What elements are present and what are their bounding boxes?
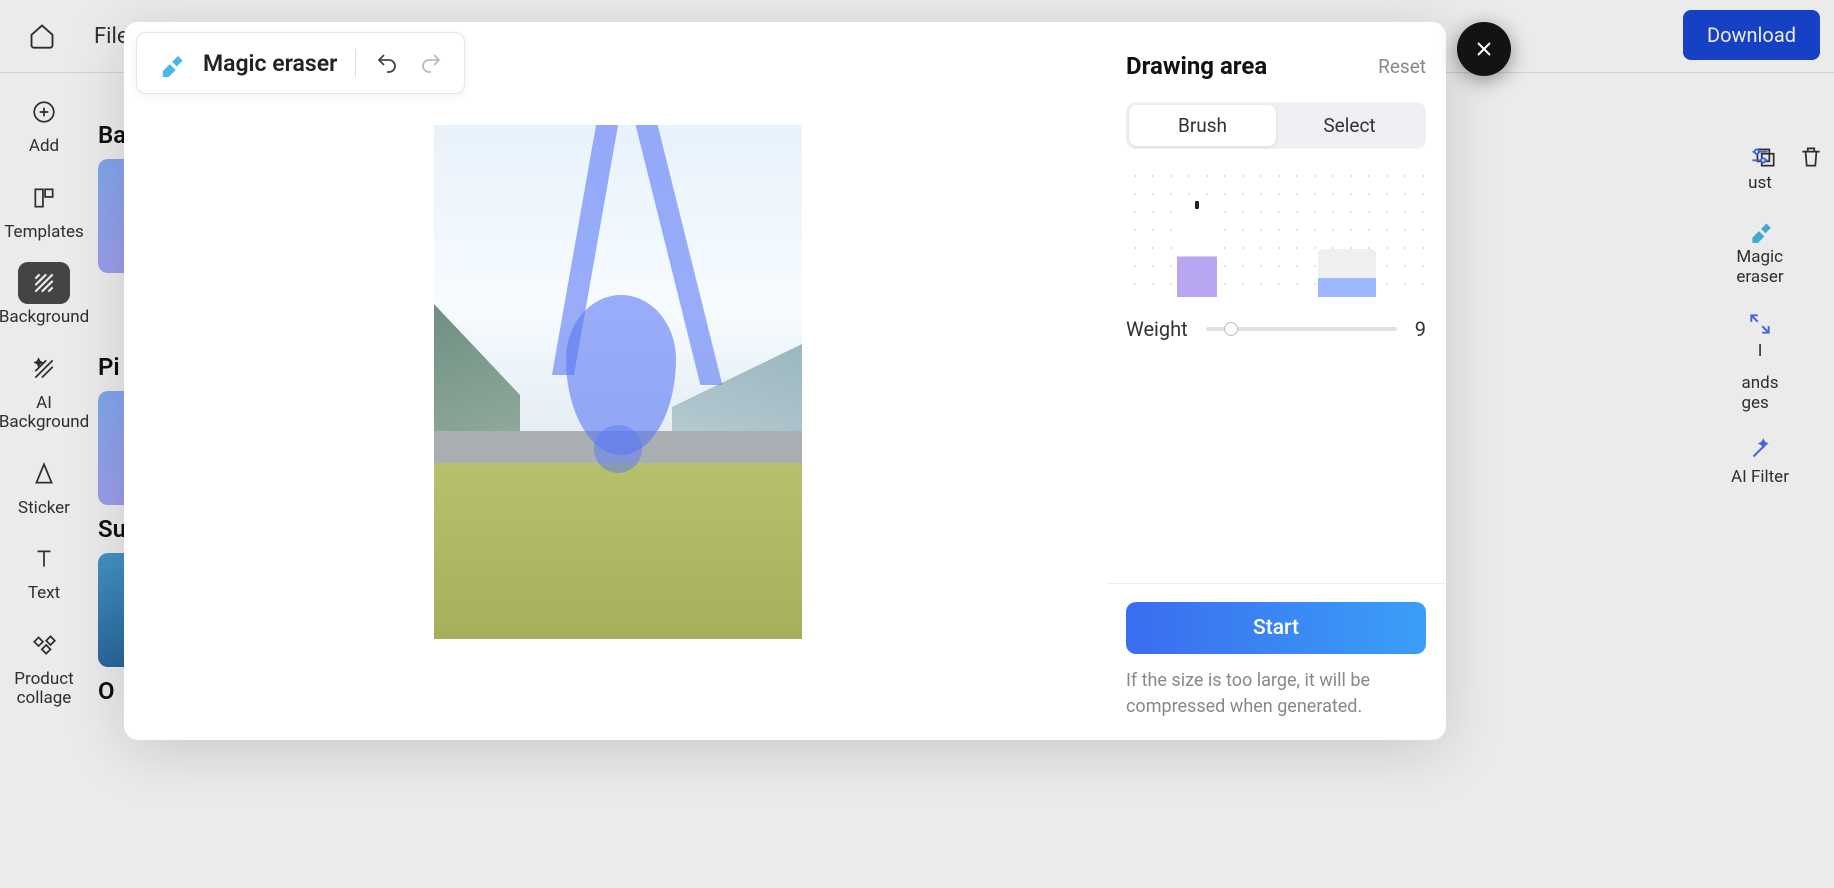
weight-value: 9: [1415, 317, 1426, 341]
tool-title: Magic eraser: [203, 50, 337, 77]
tool-chip: Magic eraser: [136, 32, 465, 94]
canvas-image[interactable]: [434, 125, 802, 639]
reset-link[interactable]: Reset: [1378, 55, 1426, 78]
modal-right-panel: Drawing area Reset Brush Select Weight 9…: [1106, 22, 1446, 740]
mountain-shape: [672, 344, 802, 434]
hint-text: If the size is too large, it will be com…: [1126, 668, 1426, 720]
mountain-shape: [434, 304, 520, 434]
magic-eraser-icon: [157, 49, 185, 77]
close-icon: [1472, 37, 1496, 61]
tab-brush[interactable]: Brush: [1129, 105, 1276, 146]
panel-title: Drawing area: [1126, 52, 1267, 80]
brush-tool[interactable]: [1177, 207, 1217, 297]
close-button[interactable]: [1457, 22, 1511, 76]
magic-eraser-modal: Magic eraser Drawing area Reset Brush Se…: [124, 22, 1446, 740]
divider: [1106, 583, 1446, 584]
start-button[interactable]: Start: [1126, 602, 1426, 654]
weight-row: Weight 9: [1126, 317, 1426, 341]
undo-button[interactable]: [374, 50, 400, 76]
separator: [355, 49, 356, 77]
weight-label: Weight: [1126, 317, 1188, 341]
eraser-tool[interactable]: [1318, 249, 1376, 297]
mode-segmented-control: Brush Select: [1126, 102, 1426, 149]
weight-slider[interactable]: [1206, 327, 1397, 331]
redo-button[interactable]: [418, 50, 444, 76]
mask-stroke: [594, 425, 642, 473]
modal-canvas-area: Magic eraser: [124, 22, 1106, 740]
grass-shape: [434, 463, 802, 639]
tool-picker: [1126, 167, 1426, 297]
slider-thumb[interactable]: [1224, 322, 1238, 336]
tab-select[interactable]: Select: [1276, 105, 1423, 146]
